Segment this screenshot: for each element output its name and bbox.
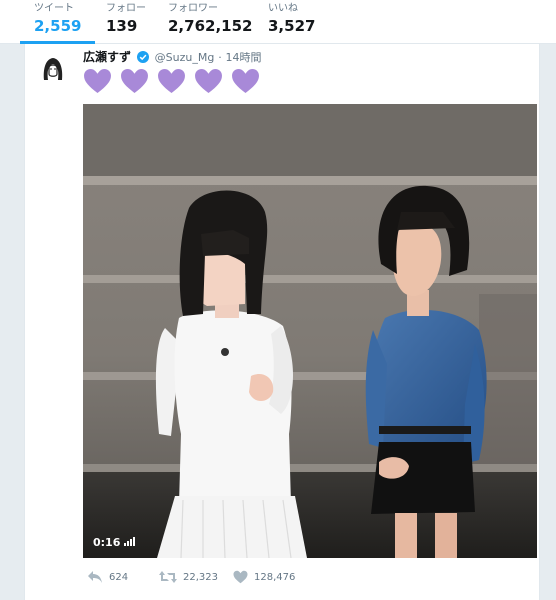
purple-heart-icon [121, 68, 149, 94]
retweet-count: 22,323 [183, 571, 218, 583]
video-duration-label: 0:16 [93, 536, 136, 550]
tweet-header: 広瀬すず @Suzu_Mg · 14時間 [83, 48, 262, 66]
reply-button[interactable]: 624 [87, 566, 128, 588]
stat-followers[interactable]: フォロワー 2,762,152 [168, 2, 252, 44]
like-count: 128,476 [254, 571, 296, 583]
stat-label: ツイート [34, 3, 74, 14]
reply-icon [88, 571, 102, 583]
video-duration: 0:16 [93, 536, 121, 549]
reply-count: 624 [109, 571, 129, 583]
heart-icon [233, 570, 248, 584]
stat-value: 3,527 [268, 17, 316, 35]
separator-dot: · [218, 51, 222, 64]
avatar-drawing-icon [43, 58, 63, 80]
stat-tweets[interactable]: ツイート 2,559 [19, 2, 97, 44]
profile-stats-bar: ツイート 2,559 フォロー 139 フォロワー 2,762,152 いいね … [0, 0, 556, 44]
retweet-icon [159, 571, 177, 583]
stat-label: いいね [268, 3, 298, 14]
stat-value: 2,762,152 [168, 17, 253, 35]
retweet-button[interactable]: 22,323 [159, 566, 218, 588]
purple-heart-icon [195, 68, 223, 94]
video-player[interactable]: 0:16 [83, 104, 537, 558]
tweet-text [83, 68, 263, 94]
tweet-timestamp[interactable]: 14時間 [226, 51, 262, 64]
tweet-card[interactable]: 広瀬すず @Suzu_Mg · 14時間 0:16 624 22,323 128… [24, 44, 540, 600]
stat-value: 2,559 [34, 17, 82, 35]
video-bars-icon [124, 537, 136, 546]
tweet-actions: 624 22,323 128,476 [83, 566, 503, 590]
like-button[interactable]: 128,476 [233, 566, 295, 588]
purple-heart-icon [84, 68, 111, 94]
purple-heart-icon [232, 68, 260, 94]
video-frame [83, 104, 537, 558]
stat-label: フォロー [106, 3, 146, 14]
user-handle[interactable]: @Suzu_Mg [155, 51, 215, 64]
stat-following[interactable]: フォロー 139 [106, 2, 146, 44]
stat-value: 139 [106, 17, 138, 35]
stat-label: フォロワー [168, 3, 218, 14]
purple-heart-icon [158, 68, 186, 94]
display-name[interactable]: 広瀬すず [83, 50, 131, 64]
verified-badge-icon [136, 50, 149, 68]
stat-likes[interactable]: いいね 3,527 [268, 2, 315, 44]
avatar[interactable] [39, 54, 67, 82]
